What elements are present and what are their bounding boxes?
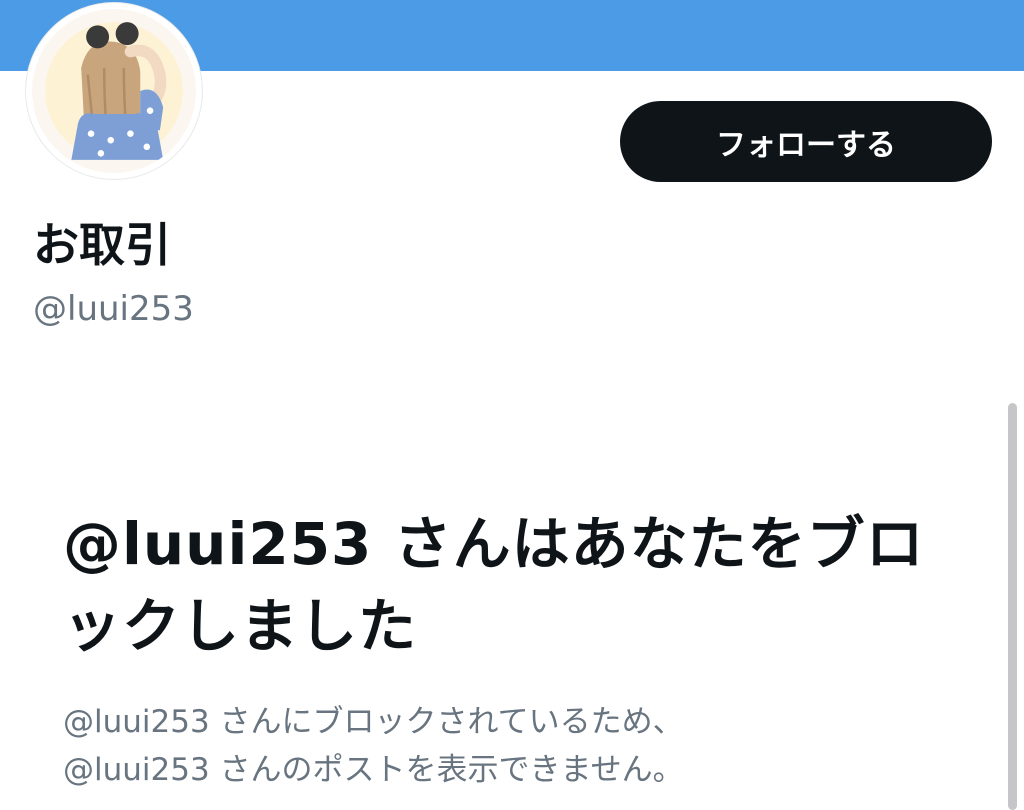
follow-button-label: フォローする <box>716 127 896 163</box>
scrollbar[interactable] <box>1008 403 1017 810</box>
blocked-description-line: @luui253 さんにブロックされているため、 <box>63 704 684 740</box>
profile-picture-icon <box>32 9 196 173</box>
follow-button[interactable]: フォローする <box>620 101 992 182</box>
profile-page: フォローする お取引 @luui253 @luui253 さんはあなたをブロック… <box>0 0 1024 810</box>
avatar[interactable] <box>25 2 203 180</box>
user-handle: @luui253 <box>33 289 194 329</box>
blocked-description: @luui253 さんにブロックされているため、 @luui253 さんのポスト… <box>63 698 963 794</box>
display-name: お取引 <box>33 218 171 272</box>
blocked-title: @luui253 さんはあなたをブロックしました <box>63 510 925 660</box>
blocked-description-line: @luui253 さんのポストを表示できません。 <box>63 752 684 788</box>
